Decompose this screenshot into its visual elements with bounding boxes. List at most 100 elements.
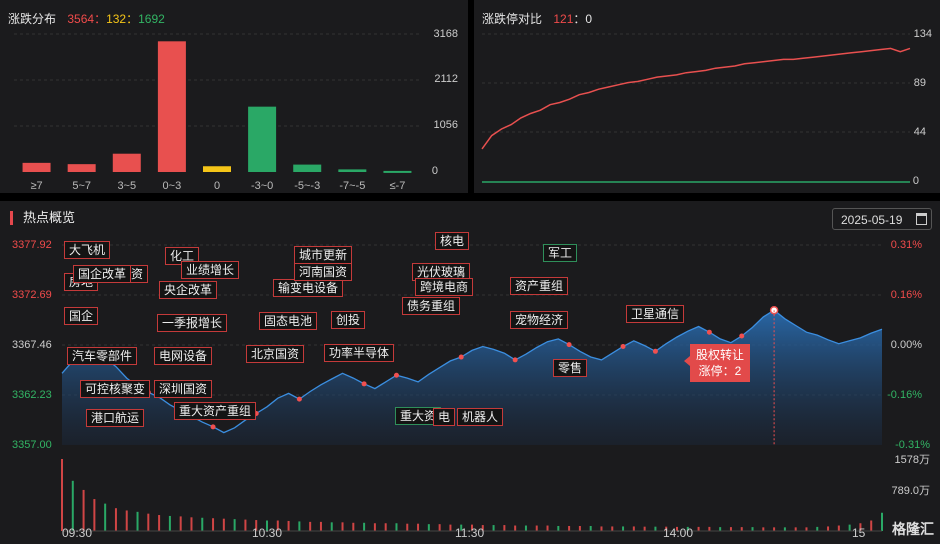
vol-55 [654, 526, 657, 531]
tooltip-title: 股权转让 [696, 348, 745, 362]
tag-18[interactable]: 城市更新 [294, 246, 353, 264]
xtick-8: ≤-7 [390, 180, 406, 192]
left-axis-0: 3377.92 [12, 239, 52, 251]
rise-fall-distribution-panel: 涨跌分布 3564：132：1692 ≥7 5~7 3~5 0~3 0 -3~0 -5~-3… [0, 0, 468, 193]
vol-76 [881, 512, 883, 531]
vol-23 [309, 521, 312, 531]
limit-ytick-3: 0 [912, 175, 919, 187]
marker-11 [652, 348, 658, 354]
marker-6 [393, 372, 399, 378]
vol-75 [870, 520, 873, 531]
vol-44 [535, 525, 538, 531]
tag-20[interactable]: 功率半导体 [324, 344, 395, 362]
vol-1 [71, 480, 74, 531]
marker-12 [706, 329, 712, 335]
vol-11 [179, 516, 182, 531]
tag-25[interactable]: 核电 [435, 232, 470, 250]
vol-68 [794, 527, 797, 531]
vol-28 [363, 522, 366, 531]
tag-16[interactable]: 固态电池 [259, 312, 318, 330]
vol-26 [341, 522, 344, 531]
vol-67 [783, 527, 786, 531]
hotspot-overview-panel: 热点概览 2025-05-19 3377.92 3372.69 3367.46 … [0, 201, 940, 544]
xtick-4: 0 [214, 180, 220, 192]
vol-0 [61, 459, 63, 531]
tag-5[interactable]: 汽车零部件 [67, 347, 138, 365]
gelonghui-logo: 格隆汇 [892, 521, 934, 537]
vol-47 [568, 525, 571, 531]
limit-ytick-0: 134 [913, 28, 932, 40]
vol-17 [244, 519, 247, 531]
tag-15[interactable]: 北京国资 [246, 345, 305, 363]
tag-32[interactable]: 零售 [553, 359, 588, 377]
vol-69 [805, 527, 808, 531]
time-1130: 11:30 [455, 526, 485, 540]
vol-66 [773, 527, 776, 531]
right-axis-1: 0.16% [890, 289, 922, 301]
vol-36 [449, 524, 452, 531]
vol-50 [600, 526, 603, 531]
xtick-3: 0~3 [163, 180, 182, 192]
left-axis-1: 3372.69 [12, 289, 52, 301]
tag-13[interactable]: 深圳国资 [154, 380, 213, 398]
vol-29 [373, 523, 376, 531]
limit-compare-panel: 涨跌停对比 121：0 134 89 44 0 [474, 0, 940, 193]
tag-28[interactable]: 机器人 [457, 408, 504, 426]
vol-24 [319, 521, 322, 531]
vol-4 [104, 503, 107, 531]
xtick-2: 3~5 [117, 180, 136, 192]
time-1030: 10:30 [252, 526, 283, 540]
tag-10[interactable]: 央企改革 [159, 281, 218, 299]
vol-70 [816, 526, 819, 531]
xtick-1: 5~7 [72, 180, 91, 192]
xtick-0: ≥7 [30, 180, 42, 192]
limit-ytick-2: 44 [913, 126, 926, 138]
vol-12 [190, 517, 193, 531]
tag-24[interactable]: 跨境电商 [415, 278, 474, 296]
tag-0[interactable]: 大飞机 [64, 241, 111, 259]
tag-6[interactable]: 可控核聚变 [80, 380, 151, 398]
vol-14 [212, 518, 215, 531]
dist-ytick-1: 2112 [434, 73, 458, 85]
tag-31[interactable]: 军工 [543, 244, 578, 262]
vol-64 [751, 527, 754, 531]
tag-7[interactable]: 港口航运 [86, 409, 145, 427]
vol-72 [837, 525, 840, 531]
tag-19[interactable]: 河南国资 [294, 263, 353, 281]
limit-chart [481, 33, 911, 183]
tag-1[interactable]: 国企改革 [73, 265, 132, 283]
tag-17[interactable]: 输变电设备 [273, 279, 344, 297]
dist-ytick-3: 0 [431, 165, 438, 177]
bar-4 [203, 166, 231, 172]
tag-27[interactable]: 电 [433, 408, 456, 426]
tooltip-value: 涨停：2 [698, 364, 742, 378]
bar-3 [157, 41, 186, 173]
vol-46 [557, 525, 560, 531]
marker-13 [739, 333, 745, 339]
vol-3 [93, 499, 96, 531]
vol-15 [222, 518, 225, 531]
tag-22[interactable]: 债务重组 [402, 297, 461, 315]
vol-65 [762, 527, 765, 531]
tag-12[interactable]: 电网设备 [154, 347, 213, 365]
right-axis-4: -0.31% [895, 439, 930, 451]
vol-61 [719, 527, 722, 531]
vol-53 [632, 526, 635, 531]
vol-13 [201, 517, 204, 531]
tag-30[interactable]: 宠物经济 [510, 311, 569, 329]
left-axis-3: 3362.23 [12, 389, 52, 401]
vol-21 [287, 520, 290, 531]
tag-33[interactable]: 卫星通信 [626, 305, 685, 323]
bar-5 [248, 106, 277, 172]
series-0 [481, 47, 911, 150]
marker-4 [296, 396, 302, 402]
tag-21[interactable]: 创投 [331, 311, 366, 329]
tag-11[interactable]: 一季报增长 [157, 314, 228, 332]
vol-49 [589, 525, 592, 531]
tag-9[interactable]: 业绩增长 [181, 261, 240, 279]
vol-22 [298, 521, 301, 531]
tag-4[interactable]: 国企 [64, 307, 99, 325]
vol-52 [622, 526, 625, 531]
tag-14[interactable]: 重大资产重组 [174, 402, 257, 420]
tag-29[interactable]: 资产重组 [510, 277, 569, 295]
